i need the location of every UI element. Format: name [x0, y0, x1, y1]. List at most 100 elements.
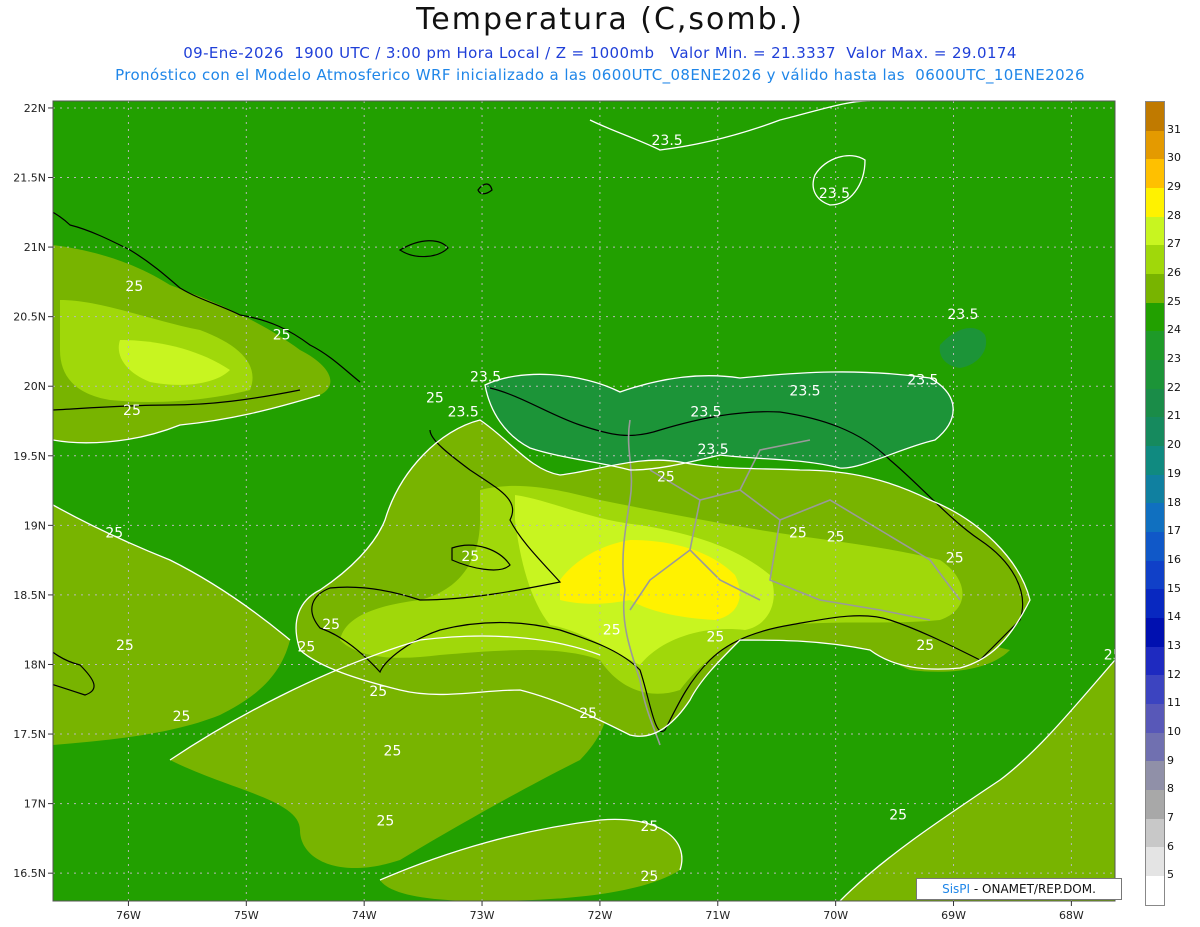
sispi-logo-text: SisPI — [942, 882, 971, 896]
colorbar-swatch — [1146, 274, 1164, 303]
colorbar-swatch — [1146, 360, 1164, 389]
contour-label: 23.5 — [819, 186, 850, 202]
colorbar-label: 13 — [1167, 638, 1181, 652]
contour-label: 25 — [461, 549, 479, 565]
contour-label: 23.5 — [448, 404, 479, 420]
colorbar-swatch — [1146, 159, 1164, 189]
colorbar-swatch — [1146, 188, 1164, 217]
colorbar-swatch — [1146, 847, 1164, 877]
colorbar-label: 28 — [1167, 208, 1181, 222]
colorbar-label: 22 — [1167, 380, 1181, 394]
contour-label: 25 — [1104, 648, 1122, 664]
colorbar-swatch — [1146, 589, 1164, 619]
colorbar-swatch — [1146, 818, 1164, 848]
colorbar-label: 31 — [1167, 122, 1181, 136]
contour-label: 23.5 — [652, 133, 683, 149]
contour-label: 25 — [384, 744, 402, 760]
colorbar-swatch — [1146, 618, 1164, 647]
colorbar-label: 7 — [1167, 810, 1174, 824]
colorbar-label: 26 — [1167, 266, 1181, 280]
colorbar-label: 17 — [1167, 524, 1181, 538]
lat-tick-label: 16.5N — [13, 867, 46, 880]
lat-tick-label: 20.5N — [13, 311, 46, 324]
contour-label: 25 — [789, 525, 807, 541]
colorbar-label: 21 — [1167, 409, 1181, 423]
temperature-map: 23.523.523.523.523.523.523.5 23.523.52525… — [13, 100, 1122, 922]
lat-tick-label: 17.5N — [13, 728, 46, 741]
colorbar-label: 15 — [1167, 581, 1181, 595]
colorbar-swatch — [1146, 560, 1164, 590]
colorbar-swatch — [1146, 532, 1164, 561]
colorbar-label: 23 — [1167, 352, 1181, 366]
contour-label: 25 — [273, 328, 291, 344]
lat-tick-label: 19.5N — [13, 450, 46, 463]
colorbar-label: 18 — [1167, 495, 1181, 509]
lat-tick-label: 18.5N — [13, 589, 46, 602]
colorbar-swatch — [1146, 216, 1164, 246]
lon-tick-label: 74W — [352, 909, 377, 922]
lon-tick-label: 72W — [587, 909, 612, 922]
lat-tick-label: 21.5N — [13, 172, 46, 185]
colorbar-swatch — [1146, 761, 1164, 791]
lon-tick-label: 68W — [1059, 909, 1084, 922]
contour-label: 23.5 — [907, 372, 938, 388]
colorbar-swatch — [1146, 302, 1164, 332]
contour-label: 23.5 — [789, 383, 820, 399]
credit-box: SisPI - ONAMET/REP.DOM. — [916, 878, 1122, 900]
lon-tick-label: 75W — [234, 909, 259, 922]
lon-tick-label: 76W — [116, 909, 141, 922]
lat-tick-label: 20N — [24, 380, 46, 393]
latitude-axis: 22N 21.5N 21N 20.5N 20N 19.5N 19N 18.5N 18N 17.5N… — [13, 102, 53, 880]
colorbar-label: 16 — [1167, 552, 1181, 566]
credit-org: - ONAMET/REP.DOM. — [970, 882, 1096, 896]
contour-label: 25 — [641, 869, 659, 885]
contour-label: 25 — [426, 390, 444, 406]
contour-label: 23.5 — [470, 369, 501, 385]
colorbar-label: 11 — [1167, 696, 1181, 710]
contour-label: 25 — [369, 684, 387, 700]
lon-tick-label: 70W — [823, 909, 848, 922]
colorbar-label: 27 — [1167, 237, 1181, 251]
lon-tick-label: 73W — [470, 909, 495, 922]
contour-label: 25 — [579, 706, 597, 722]
contour-label: 25 — [116, 638, 134, 654]
colorbar-swatch — [1146, 474, 1164, 504]
colorbar-label: 19 — [1167, 466, 1181, 480]
colorbar-swatch — [1146, 102, 1164, 131]
contour-label: 25 — [889, 808, 907, 824]
colorbar-swatch — [1146, 790, 1164, 819]
colorbar-swatch — [1146, 130, 1164, 160]
lat-tick-label: 17N — [24, 798, 46, 811]
colorbar-label: 12 — [1167, 667, 1181, 681]
lat-tick-label: 22N — [24, 102, 46, 115]
contour-label: 25 — [707, 630, 725, 646]
colorbar-swatch — [1146, 675, 1164, 705]
colorbar-label: 6 — [1167, 839, 1174, 853]
contour-label: 25 — [125, 279, 143, 295]
lon-tick-label: 71W — [705, 909, 730, 922]
colorbar-label: 10 — [1167, 724, 1181, 738]
contour-label: 25 — [322, 617, 340, 633]
lat-tick-label: 18N — [24, 658, 46, 671]
colorbar-swatch — [1146, 646, 1164, 676]
longitude-axis: 76W 75W 74W 73W 72W 71W 70W 69W 68W — [116, 901, 1084, 922]
contour-label: 25 — [105, 525, 123, 541]
colorbar-swatch — [1146, 732, 1164, 762]
colorbar-label: 9 — [1167, 753, 1174, 767]
colorbar-swatch — [1146, 388, 1164, 418]
colorbar-swatch — [1146, 704, 1164, 733]
colorbar-label: 29 — [1167, 180, 1181, 194]
contour-label: 23.5 — [947, 307, 978, 323]
colorbar-label: 24 — [1167, 323, 1181, 337]
contour-label: 25 — [298, 639, 316, 655]
contour-label: 25 — [657, 470, 675, 486]
contour-label: 25 — [641, 819, 659, 835]
colorbar-swatch — [1146, 331, 1164, 361]
contour-label: 23.5 — [697, 442, 728, 458]
colorbar-label: 14 — [1167, 610, 1181, 624]
colorbar-swatch — [1146, 245, 1164, 275]
contour-label: 25 — [173, 709, 191, 725]
colorbar-label: 5 — [1167, 868, 1174, 882]
contour-label: 25 — [603, 623, 621, 639]
contour-label: 23.5 — [690, 404, 721, 420]
